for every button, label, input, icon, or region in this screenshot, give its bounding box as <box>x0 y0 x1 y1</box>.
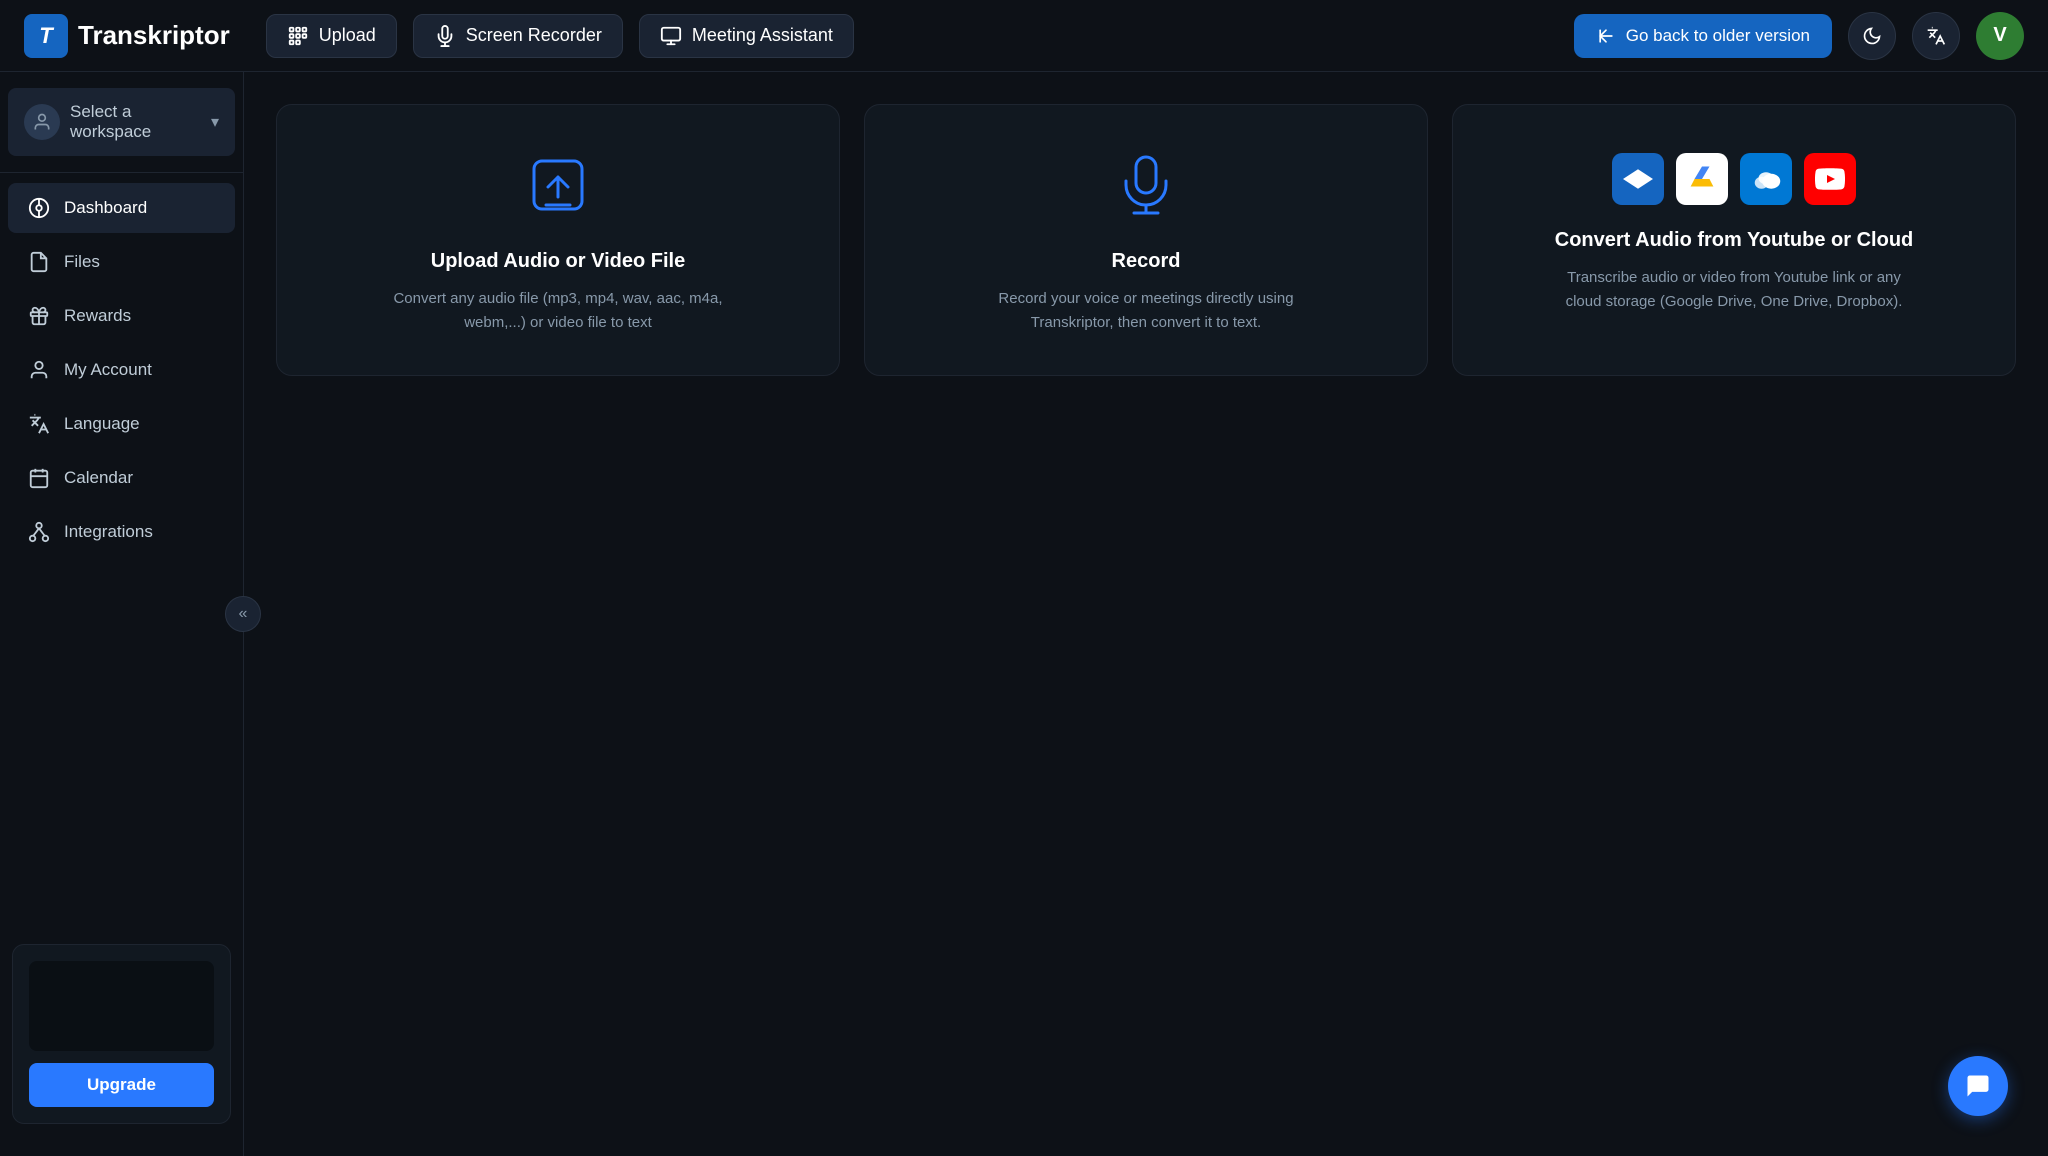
upload-card-title: Upload Audio or Video File <box>431 250 685 273</box>
sidebar-item-label: My Account <box>64 360 152 380</box>
sidebar-collapse-button[interactable]: « <box>225 596 261 632</box>
upgrade-button[interactable]: Upgrade <box>29 1063 214 1107</box>
sidebar-item-dashboard[interactable]: Dashboard <box>8 183 235 233</box>
theme-toggle-button[interactable] <box>1848 12 1896 60</box>
screen-recorder-button[interactable]: Screen Recorder <box>413 14 623 58</box>
moon-icon <box>1862 26 1882 46</box>
language-icon <box>28 413 50 435</box>
user-avatar[interactable]: V <box>1976 12 2024 60</box>
cloud-icons <box>1612 153 1856 205</box>
chat-bubble-button[interactable] <box>1948 1056 2008 1116</box>
topnav: T Transkriptor Upload Screen Recorder Me… <box>0 0 2048 72</box>
sidebar-item-label: Rewards <box>64 306 131 326</box>
account-icon <box>28 359 50 381</box>
sidebar-item-integrations[interactable]: Integrations <box>8 507 235 557</box>
dashboard-icon <box>28 197 50 219</box>
record-card-desc: Record your voice or meetings directly u… <box>976 287 1316 335</box>
sidebar-item-language[interactable]: Language <box>8 399 235 449</box>
sidebar-item-label: Language <box>64 414 140 434</box>
cloud-card[interactable]: Convert Audio from Youtube or Cloud Tran… <box>1452 104 2016 376</box>
upgrade-card: Upgrade <box>12 944 231 1124</box>
translate-icon <box>1926 26 1946 46</box>
workspace-selector[interactable]: Select a workspace ▾ <box>8 88 235 156</box>
files-icon <box>28 251 50 273</box>
layout: Select a workspace ▾ Dashboard Files <box>0 72 2048 1156</box>
microphone-icon <box>434 25 456 47</box>
meeting-assistant-label: Meeting Assistant <box>692 25 833 46</box>
screen-recorder-label: Screen Recorder <box>466 25 602 46</box>
workspace-label: Select a workspace <box>70 102 201 142</box>
sidebar-item-my-account[interactable]: My Account <box>8 345 235 395</box>
upload-card-desc: Convert any audio file (mp3, mp4, wav, a… <box>388 287 728 335</box>
upgrade-preview <box>29 961 214 1051</box>
logo-text: Transkriptor <box>78 20 230 51</box>
sidebar-bottom: Upgrade <box>0 928 243 1140</box>
rewards-icon <box>28 305 50 327</box>
sidebar-item-label: Files <box>64 252 100 272</box>
logo: T Transkriptor <box>24 14 230 58</box>
sidebar-item-calendar[interactable]: Calendar <box>8 453 235 503</box>
sidebar-item-rewards[interactable]: Rewards <box>8 291 235 341</box>
sidebar: Select a workspace ▾ Dashboard Files <box>0 72 244 1156</box>
logo-icon: T <box>24 14 68 58</box>
upload-card[interactable]: Upload Audio or Video File Convert any a… <box>276 104 840 376</box>
upload-label: Upload <box>319 25 376 46</box>
calendar-icon <box>28 467 50 489</box>
sidebar-divider <box>0 172 243 173</box>
integrations-icon <box>28 521 50 543</box>
go-back-icon <box>1596 26 1616 46</box>
youtube-icon <box>1804 153 1856 205</box>
upload-button[interactable]: Upload <box>266 14 397 58</box>
workspace-icon <box>24 104 60 140</box>
upload-icon <box>287 25 309 47</box>
sidebar-item-label: Calendar <box>64 468 133 488</box>
upload-card-icon <box>526 153 590 226</box>
go-back-button[interactable]: Go back to older version <box>1574 14 1832 58</box>
gdrive-icon <box>1676 153 1728 205</box>
cloud-card-title: Convert Audio from Youtube or Cloud <box>1555 229 1914 252</box>
go-back-label: Go back to older version <box>1626 26 1810 46</box>
avatar-letter: V <box>1993 24 2006 47</box>
chat-icon <box>1964 1072 1992 1100</box>
chevron-down-icon: ▾ <box>211 112 219 132</box>
sidebar-item-files[interactable]: Files <box>8 237 235 287</box>
record-card[interactable]: Record Record your voice or meetings dir… <box>864 104 1428 376</box>
meeting-assistant-button[interactable]: Meeting Assistant <box>639 14 854 58</box>
meeting-icon <box>660 25 682 47</box>
record-card-title: Record <box>1112 250 1181 273</box>
sidebar-item-label: Integrations <box>64 522 153 542</box>
dropbox-icon <box>1612 153 1664 205</box>
cloud-card-desc: Transcribe audio or video from Youtube l… <box>1564 266 1904 314</box>
language-button[interactable] <box>1912 12 1960 60</box>
sidebar-item-label: Dashboard <box>64 198 147 218</box>
onedrive-icon <box>1740 153 1792 205</box>
record-card-icon <box>1114 153 1178 226</box>
main-content: Upload Audio or Video File Convert any a… <box>244 72 2048 1156</box>
cards-row: Upload Audio or Video File Convert any a… <box>276 104 2016 376</box>
